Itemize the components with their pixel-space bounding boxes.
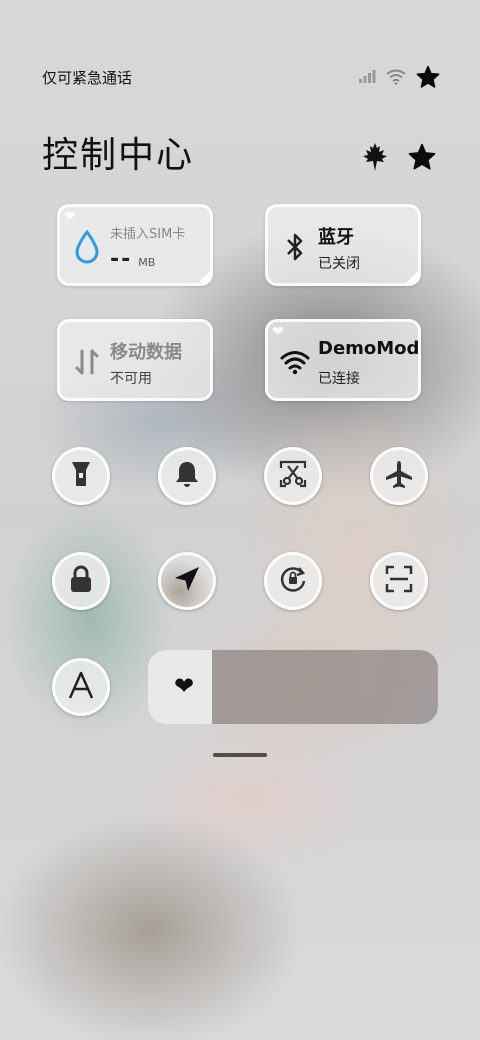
font-a-icon (67, 670, 95, 704)
status-bar: 仅可紧急通话 (42, 64, 440, 90)
mobile-data-label: 移动数据 (110, 342, 182, 363)
page-title: 控制中心 (42, 135, 195, 176)
wifi-status: 已连接 (318, 371, 360, 387)
scissors-icon (278, 459, 308, 493)
bluetooth-status: 已关闭 (318, 256, 360, 272)
heart-icon: ❤ (64, 209, 76, 225)
rotation-lock-toggle[interactable] (264, 552, 322, 610)
mute-toggle[interactable] (158, 447, 216, 505)
home-indicator[interactable] (213, 753, 267, 757)
auto-font-toggle[interactable] (52, 658, 110, 716)
bluetooth-label: 蓝牙 (318, 227, 354, 248)
flashlight-toggle[interactable] (52, 447, 110, 505)
bluetooth-tile[interactable]: 蓝牙 已关闭 (265, 204, 421, 286)
mobile-data-tile[interactable]: 移动数据 不可用 (57, 319, 213, 401)
location-arrow-icon (173, 565, 201, 597)
brightness-slider[interactable]: ❤ (148, 650, 438, 724)
location-toggle[interactable] (158, 552, 216, 610)
star-icon (416, 65, 440, 89)
scanner-toggle[interactable] (370, 552, 428, 610)
wifi-icon (278, 344, 312, 380)
bluetooth-icon (278, 229, 312, 265)
wifi-icon (386, 69, 406, 85)
heart-icon: ❤ (272, 324, 284, 340)
airplane-mode-toggle[interactable] (370, 447, 428, 505)
rotation-lock-icon (278, 564, 308, 598)
water-drop-icon (70, 229, 104, 265)
signal-icon (358, 70, 376, 84)
carrier-text: 仅可紧急通话 (42, 68, 133, 87)
data-usage-tile[interactable]: ❤ 未插入SIM卡 -- MB (57, 204, 213, 286)
lock-screen-toggle[interactable] (52, 552, 110, 610)
flashlight-icon (68, 459, 94, 493)
heart-icon: ❤ (174, 672, 195, 700)
data-usage-value: -- MB (110, 247, 156, 272)
mobile-data-arrows-icon (70, 344, 104, 380)
airplane-icon (384, 459, 414, 493)
wifi-tile[interactable]: ❤ DemoMod 已连接 (265, 319, 421, 401)
scan-icon (384, 564, 414, 598)
maple-leaf-icon[interactable] (362, 142, 388, 176)
sim-status-label: 未插入SIM卡 (110, 227, 186, 242)
wifi-network-name: DemoMod (318, 338, 420, 359)
screenshot-toggle[interactable] (264, 447, 322, 505)
mobile-data-status: 不可用 (110, 371, 152, 387)
star-icon[interactable] (408, 143, 436, 175)
lock-icon (68, 564, 94, 598)
bell-icon (173, 459, 201, 493)
